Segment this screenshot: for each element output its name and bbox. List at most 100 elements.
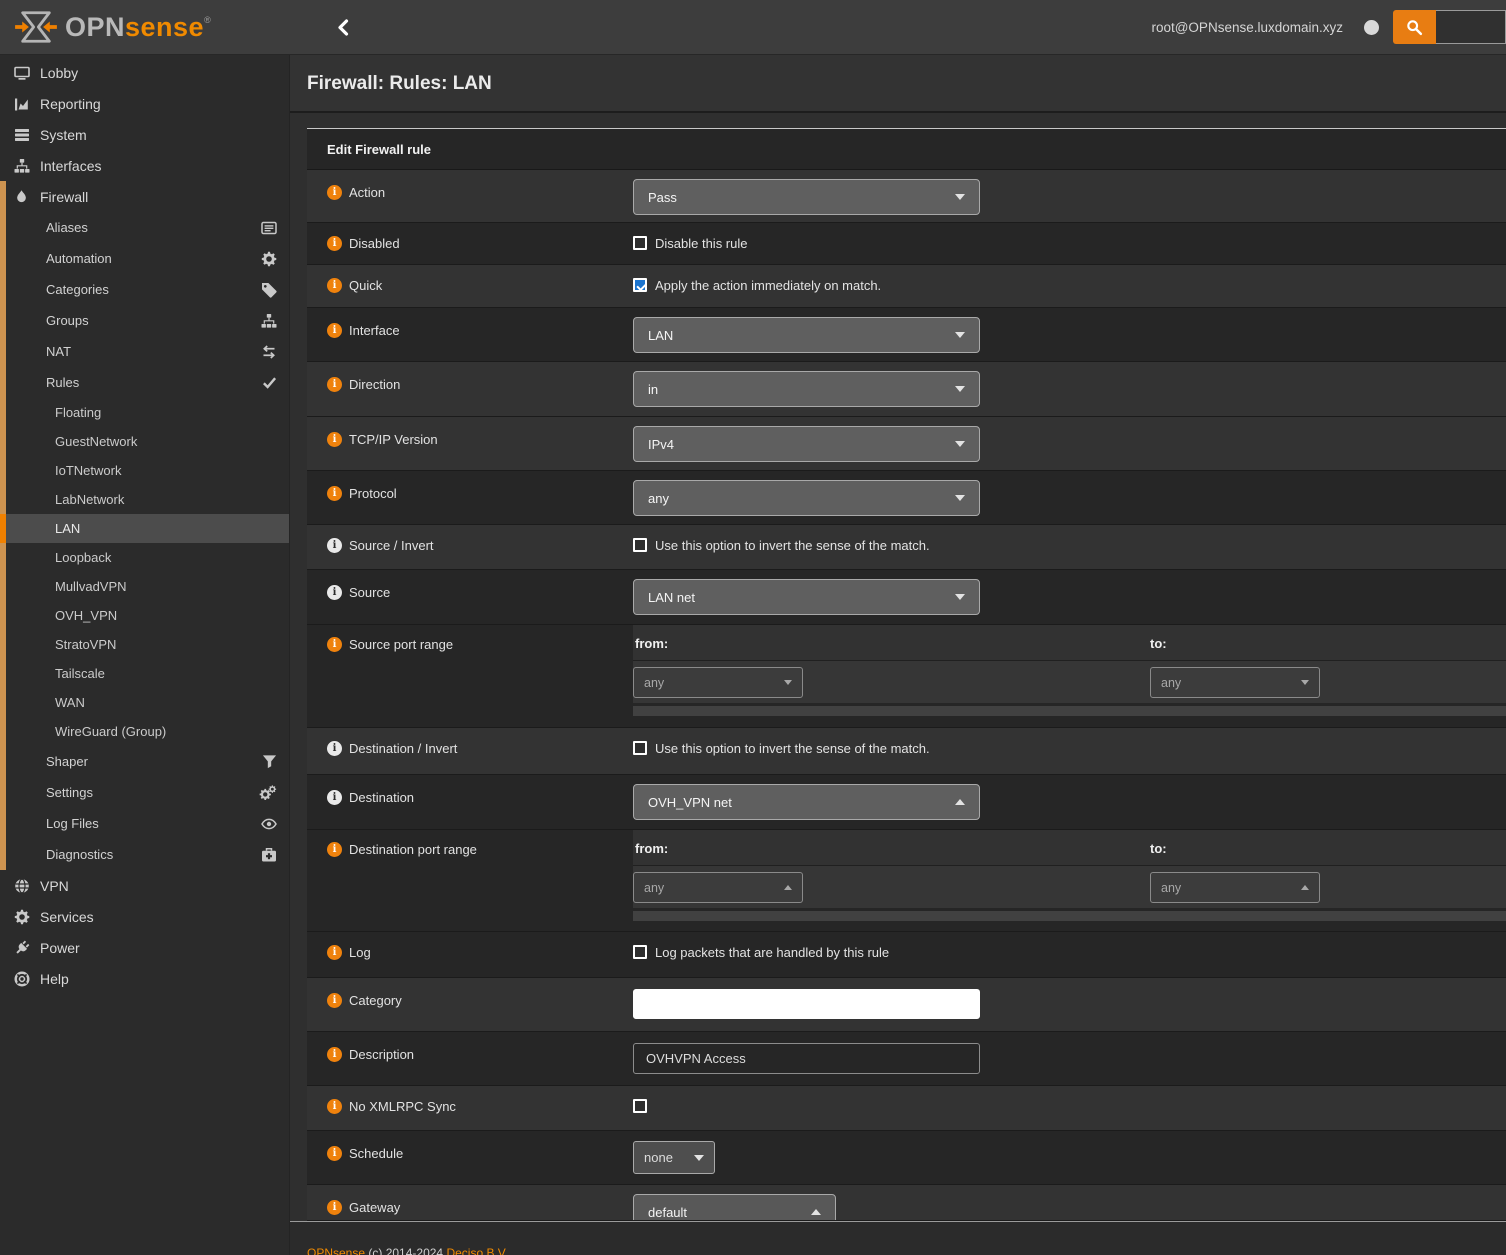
quick-checkbox[interactable] — [633, 278, 647, 292]
life-ring-icon — [12, 971, 31, 987]
sidebar-rule-wireguard-group[interactable]: WireGuard (Group) — [0, 717, 289, 746]
info-icon[interactable]: i — [327, 486, 342, 501]
sidebar-item-vpn[interactable]: VPN — [0, 870, 289, 901]
sidebar-item-system[interactable]: System — [0, 119, 289, 150]
log-checkbox[interactable] — [633, 945, 647, 959]
sidebar-item-label: Power — [40, 940, 80, 956]
info-icon[interactable]: i — [327, 741, 342, 756]
sidebar-item-lobby[interactable]: Lobby — [0, 57, 289, 88]
info-icon[interactable]: i — [327, 323, 342, 338]
info-icon[interactable]: i — [327, 278, 342, 293]
tag-icon — [261, 282, 277, 298]
sidebar-rule-loopback[interactable]: Loopback — [0, 543, 289, 572]
sidebar-item-services[interactable]: Services — [0, 901, 289, 932]
sidebar-sub-label: Groups — [46, 313, 89, 328]
action-select[interactable]: Pass — [633, 179, 980, 215]
sidebar-collapse-button[interactable] — [336, 19, 350, 36]
sidebar-item-shaper[interactable]: Shaper — [0, 746, 289, 777]
horizontal-scrollbar[interactable] — [633, 706, 1506, 716]
row-interface: iInterface LAN — [307, 308, 1506, 362]
sidebar-item-label: Help — [40, 971, 69, 987]
sidebar-rule-mullvadvpn[interactable]: MullvadVPN — [0, 572, 289, 601]
sidebar-rule-ovh-vpn[interactable]: OVH_VPN — [0, 601, 289, 630]
destination-select[interactable]: OVH_VPN net — [633, 784, 980, 820]
info-icon[interactable]: i — [327, 1146, 342, 1161]
sidebar-item-help[interactable]: Help — [0, 963, 289, 994]
sidebar-item-reporting[interactable]: Reporting — [0, 88, 289, 119]
deciso-footer-link[interactable]: Deciso B.V. — [446, 1246, 508, 1255]
info-icon[interactable]: i — [327, 1047, 342, 1062]
sidebar-item-automation[interactable]: Automation — [0, 243, 289, 274]
sidebar-rule-guestnetwork[interactable]: GuestNetwork — [0, 427, 289, 456]
chevron-down-icon — [955, 441, 965, 447]
no-xmlrpc-checkbox[interactable] — [633, 1099, 647, 1113]
row-source-invert: iSource / Invert Use this option to inve… — [307, 525, 1506, 570]
info-icon[interactable]: i — [327, 790, 342, 805]
row-category: iCategory — [307, 978, 1506, 1032]
sidebar-item-firewall[interactable]: Firewall — [0, 181, 289, 212]
info-icon[interactable]: i — [327, 993, 342, 1008]
brand-logo[interactable]: OPNsense® — [0, 8, 290, 46]
sidebar-rule-floating[interactable]: Floating — [0, 398, 289, 427]
sidebar-item-power[interactable]: Power — [0, 932, 289, 963]
info-icon[interactable]: i — [327, 1099, 342, 1114]
sidebar-rule-labnetwork[interactable]: LabNetwork — [0, 485, 289, 514]
horizontal-scrollbar[interactable] — [633, 911, 1506, 921]
disabled-checkbox[interactable] — [633, 236, 647, 250]
status-indicator-dot[interactable] — [1364, 20, 1379, 35]
destination-invert-checkbox[interactable] — [633, 741, 647, 755]
source-port-from-select[interactable]: any — [633, 667, 803, 698]
sidebar-rule-iotnetwork[interactable]: IoTNetwork — [0, 456, 289, 485]
sidebar-item-aliases[interactable]: Aliases — [0, 212, 289, 243]
info-icon[interactable]: i — [327, 637, 342, 652]
sidebar-item-nat[interactable]: NAT — [0, 336, 289, 367]
description-input[interactable] — [633, 1043, 980, 1074]
sidebar-item-label: Lobby — [40, 65, 78, 81]
info-icon[interactable]: i — [327, 377, 342, 392]
search-input[interactable] — [1436, 10, 1506, 44]
schedule-select[interactable]: none — [633, 1141, 715, 1174]
interface-select[interactable]: LAN — [633, 317, 980, 353]
info-icon[interactable]: i — [327, 585, 342, 600]
destination-port-to-select[interactable]: any — [1150, 872, 1320, 903]
sidebar-item-rules[interactable]: Rules — [0, 367, 289, 398]
sitemap-icon — [261, 313, 277, 329]
sidebar-item-settings[interactable]: Settings — [0, 777, 289, 808]
protocol-select[interactable]: any — [633, 480, 980, 516]
source-invert-checkbox[interactable] — [633, 538, 647, 552]
opnsense-footer-link[interactable]: OPNsense — [307, 1246, 365, 1255]
gateway-select[interactable]: default — [633, 1194, 836, 1221]
info-icon[interactable]: i — [327, 185, 342, 200]
info-icon[interactable]: i — [327, 236, 342, 251]
sidebar-rule-tailscale[interactable]: Tailscale — [0, 659, 289, 688]
sidebar-sub-label: NAT — [46, 344, 71, 359]
sidebar-rule-lan-active[interactable]: LAN — [0, 514, 289, 543]
destination-port-from-select[interactable]: any — [633, 872, 803, 903]
filter-icon — [262, 754, 277, 769]
source-select[interactable]: LAN net — [633, 579, 980, 615]
direction-select[interactable]: in — [633, 371, 980, 407]
source-port-to-select[interactable]: any — [1150, 667, 1320, 698]
field-label: Disabled — [349, 236, 400, 251]
sidebar-item-diagnostics[interactable]: Diagnostics — [0, 839, 289, 870]
chevron-down-icon — [784, 680, 792, 685]
info-icon[interactable]: i — [327, 538, 342, 553]
info-icon[interactable]: i — [327, 842, 342, 857]
category-input[interactable] — [633, 989, 980, 1019]
sidebar-item-label: Firewall — [40, 189, 88, 205]
search-button[interactable] — [1393, 10, 1436, 44]
sidebar-rule-wan[interactable]: WAN — [0, 688, 289, 717]
sidebar-sub-label: Aliases — [46, 220, 88, 235]
sidebar-item-log-files[interactable]: Log Files — [0, 808, 289, 839]
checkbox-label: Use this option to invert the sense of t… — [655, 538, 930, 553]
info-icon[interactable]: i — [327, 432, 342, 447]
info-icon[interactable]: i — [327, 945, 342, 960]
sidebar-rule-stratovpn[interactable]: StratoVPN — [0, 630, 289, 659]
sidebar-item-groups[interactable]: Groups — [0, 305, 289, 336]
chevron-down-icon — [955, 332, 965, 338]
info-icon[interactable]: i — [327, 1200, 342, 1215]
to-column-header: to: — [1150, 830, 1506, 865]
ip-version-select[interactable]: IPv4 — [633, 426, 980, 462]
sidebar-item-categories[interactable]: Categories — [0, 274, 289, 305]
sidebar-item-interfaces[interactable]: Interfaces — [0, 150, 289, 181]
